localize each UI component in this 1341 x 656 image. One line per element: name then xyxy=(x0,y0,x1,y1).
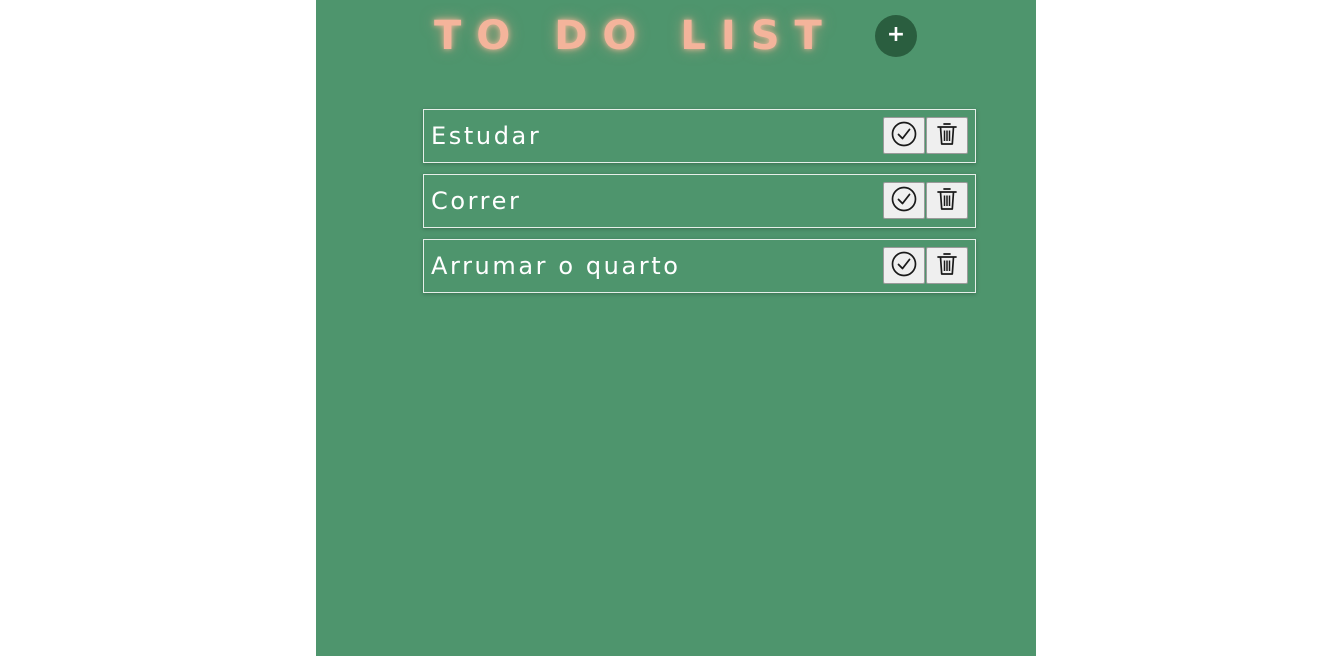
task-list: Estudar Correr Arrumar o quarto xyxy=(423,109,976,304)
task-item: Estudar xyxy=(423,109,976,163)
task-item: Correr xyxy=(423,174,976,228)
complete-task-button[interactable] xyxy=(883,182,925,219)
task-text: Correr xyxy=(431,187,522,215)
check-circle-icon xyxy=(891,251,917,277)
task-actions xyxy=(883,247,968,284)
trash-icon xyxy=(937,188,957,210)
task-text: Estudar xyxy=(431,122,542,150)
delete-task-button[interactable] xyxy=(926,117,968,154)
task-actions xyxy=(883,117,968,154)
add-task-button[interactable]: + xyxy=(875,15,917,57)
page-title: TO DO LIST xyxy=(434,13,837,59)
task-actions xyxy=(883,182,968,219)
task-text: Arrumar o quarto xyxy=(431,252,681,280)
delete-task-button[interactable] xyxy=(926,247,968,284)
check-circle-icon xyxy=(891,121,917,147)
trash-icon xyxy=(937,123,957,145)
complete-task-button[interactable] xyxy=(883,117,925,154)
delete-task-button[interactable] xyxy=(926,182,968,219)
complete-task-button[interactable] xyxy=(883,247,925,284)
task-item: Arrumar o quarto xyxy=(423,239,976,293)
todo-app-panel: TO DO LIST + Estudar Correr Arrumar o qu… xyxy=(316,0,1036,656)
trash-icon xyxy=(937,253,957,275)
plus-icon: + xyxy=(886,22,906,47)
check-circle-icon xyxy=(891,186,917,212)
